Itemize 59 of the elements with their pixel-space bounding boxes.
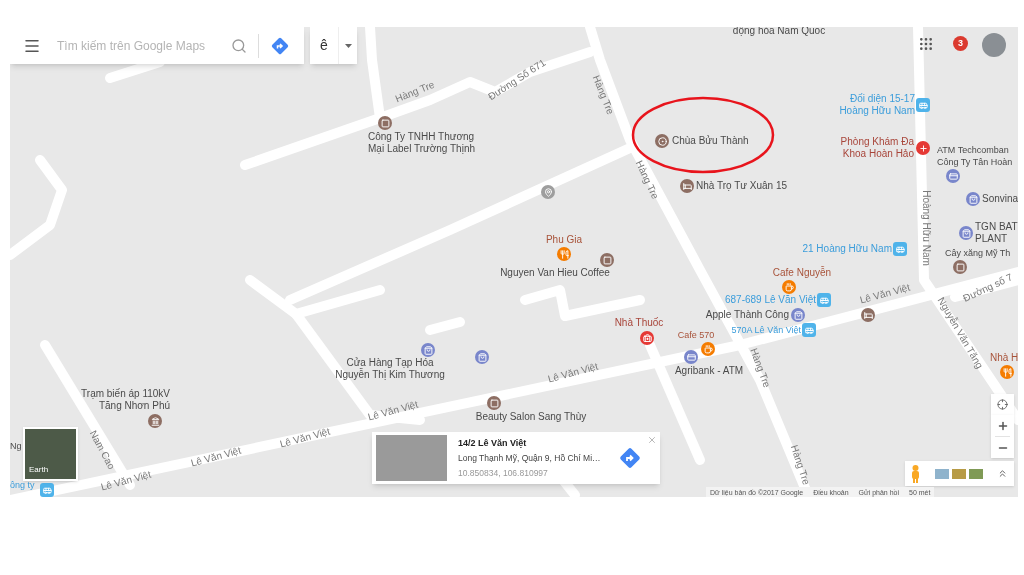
road-label: Lê Văn Việt bbox=[189, 445, 243, 469]
place-label[interactable]: Chùa Bửu Thành bbox=[672, 135, 749, 147]
place-label[interactable]: Nguyen Van Hieu Coffee bbox=[500, 267, 610, 279]
road-label: Hàng Tre bbox=[633, 159, 661, 201]
crosshair-icon bbox=[997, 399, 1008, 410]
place-label[interactable]: ATM Techcomban Công Ty Tân Hoàn bbox=[937, 144, 1013, 168]
bus-icon[interactable] bbox=[817, 293, 831, 307]
bus-icon[interactable] bbox=[802, 323, 816, 337]
apps-grid-icon[interactable] bbox=[917, 35, 935, 53]
place-label[interactable]: Trạm biến áp 110kV Tăng Nhơn Phú bbox=[81, 388, 170, 412]
place-label[interactable]: Cây xăng Mỹ Th bbox=[945, 247, 1011, 259]
road-label: Hàng Tre bbox=[788, 443, 812, 487]
road-label: Hàng Tre bbox=[748, 346, 772, 390]
road-label: Lê Văn Việt bbox=[278, 426, 332, 450]
place-label[interactable]: Cafe Nguyễn bbox=[772, 267, 832, 279]
pegman-icon[interactable] bbox=[911, 464, 920, 483]
bus-icon[interactable] bbox=[893, 242, 907, 256]
photo-thumbnail[interactable] bbox=[969, 468, 983, 479]
expand-icon[interactable] bbox=[997, 468, 1008, 479]
place-label[interactable]: Sonvina bbox=[982, 193, 1018, 205]
place-title: 14/2 Lê Văn Việt bbox=[458, 436, 528, 450]
place-label[interactable]: Cửa Hàng Tạp Hóa Nguyễn Thị Kim Thương bbox=[335, 357, 445, 381]
road-label: Lê Văn Việt bbox=[366, 399, 420, 423]
place-label[interactable]: động hóa Nam Quốc bbox=[732, 27, 826, 37]
earth-toggle[interactable]: Earth bbox=[23, 427, 78, 481]
place-coordinates: 10.850834, 106.810997 bbox=[458, 466, 549, 480]
road-label: Hoàng Hữu Nam bbox=[921, 190, 931, 266]
search-icon[interactable] bbox=[230, 36, 248, 55]
place-label[interactable]: Agribank - ATM bbox=[674, 365, 744, 377]
place-label[interactable]: Công Ty TNHH Thương Mại Label Trường Thịnh bbox=[368, 131, 475, 155]
place-label[interactable]: Phòng Khám Đa Khoa Hoàn Hảo bbox=[840, 136, 914, 160]
close-icon[interactable] bbox=[647, 435, 657, 445]
bus-icon[interactable] bbox=[916, 98, 930, 112]
my-location-button[interactable] bbox=[991, 394, 1014, 415]
place-label[interactable]: Nhà H bbox=[990, 352, 1018, 364]
search-bar[interactable]: Tìm kiếm trên Google Maps bbox=[10, 27, 304, 64]
map-drawing[interactable] bbox=[10, 27, 1018, 497]
bus-icon[interactable] bbox=[40, 483, 54, 497]
place-label[interactable]: TGN BAT PLANT bbox=[975, 221, 1018, 245]
place-label[interactable]: Ng bbox=[10, 440, 22, 452]
place-label[interactable]: Phu Gia bbox=[545, 234, 583, 246]
road-label: Lê Văn Việt bbox=[99, 469, 153, 493]
earth-label: Earth bbox=[29, 464, 49, 476]
place-label[interactable]: Beauty Salon Sang Thùy bbox=[475, 411, 587, 423]
place-label[interactable]: Apple Thành Công bbox=[705, 309, 789, 321]
road-label: Lê Văn Việt bbox=[858, 282, 912, 306]
place-address: Long Thạnh Mỹ, Quận 9, Hồ Chí Mi… bbox=[458, 452, 602, 465]
photo-thumbnail[interactable] bbox=[935, 468, 949, 479]
road-label: Hàng Tre bbox=[394, 79, 436, 105]
road-label: Lê Văn Việt bbox=[546, 361, 600, 385]
place-label[interactable]: Nhà Trọ Tư Xuân 15 bbox=[696, 180, 787, 192]
photo-thumbnail[interactable] bbox=[952, 468, 966, 479]
photo-placeholder bbox=[376, 435, 447, 481]
place-label[interactable]: Cafe 570 bbox=[677, 329, 715, 341]
place-label[interactable]: Nhà Thuốc bbox=[614, 317, 664, 329]
account-button[interactable]: ê bbox=[310, 27, 338, 64]
search-field[interactable]: Tìm kiếm trên Google Maps bbox=[57, 36, 222, 55]
road-label: Nam Cao bbox=[87, 429, 117, 471]
road-label: Hàng Tre bbox=[590, 74, 616, 116]
